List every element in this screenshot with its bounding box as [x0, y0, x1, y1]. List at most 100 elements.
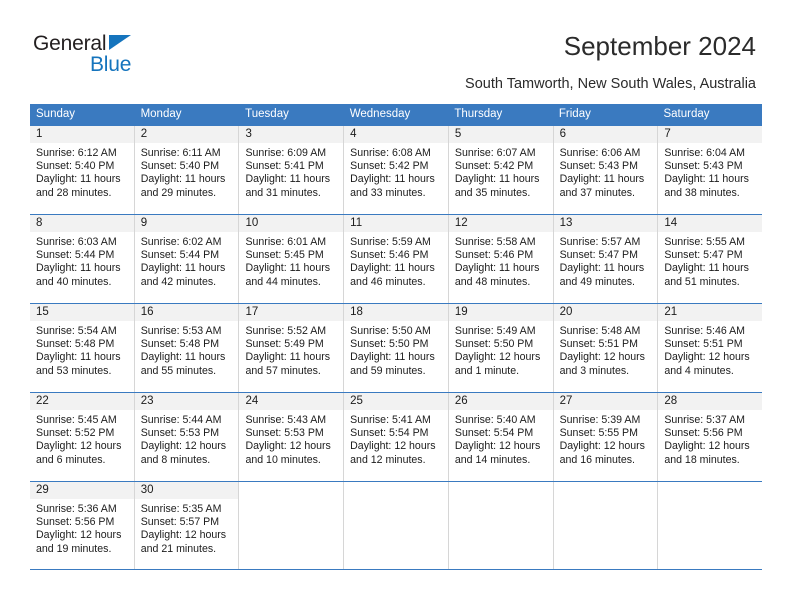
sunrise-text: Sunrise: 6:02 AM: [140, 236, 222, 248]
daylight-text: Daylight: 11 hours: [245, 351, 331, 364]
calendar-day-cell[interactable]: 2 Sunrise: 6:11 AM Sunset: 5:40 PM Daylight…: [134, 126, 240, 214]
calendar-day-cell[interactable]: 23 Sunrise: 5:44 AM Sunset: 5:53 PM Dayligh…: [134, 393, 240, 481]
sunset-text: Sunset: 5:46 PM: [454, 249, 534, 262]
day-number: 21: [658, 304, 763, 321]
day-details: Sunrise: 5:49 AM Sunset: 5:50 PM Daylight:…: [449, 321, 553, 378]
day-number: 11: [344, 215, 448, 232]
day-details: Sunrise: 5:48 AM Sunset: 5:51 PM Daylight:…: [554, 321, 658, 378]
calendar-day-cell[interactable]: 28 Sunrise: 5:37 AM Sunset: 5:56 PM Dayligh…: [658, 393, 763, 481]
calendar-day-cell[interactable]: 15 Sunrise: 5:54 AM Sunset: 5:48 PM Dayligh…: [30, 304, 135, 392]
sunrise-text: Sunrise: 5:50 AM: [350, 325, 431, 337]
day-details: [344, 499, 448, 503]
calendar-day-cell[interactable]: 11 Sunrise: 5:59 AM Sunset: 5:46 PM Dayligh…: [344, 215, 449, 303]
calendar-day-cell[interactable]: 21 Sunrise: 5:46 AM Sunset: 5:51 PM Dayligh…: [658, 304, 763, 392]
daylight-text: Daylight: 12 hours: [664, 440, 750, 453]
sunrise-text: Sunrise: 5:41 AM: [350, 414, 431, 426]
day-details: Sunrise: 6:12 AM Sunset: 5:40 PM Daylight:…: [30, 143, 134, 200]
calendar-week-row: 15 Sunrise: 5:54 AM Sunset: 5:48 PM Dayligh…: [30, 303, 763, 392]
daylight-text: and 38 minutes.: [664, 186, 740, 199]
calendar-day-cell-empty: [658, 482, 763, 569]
sunset-text: Sunset: 5:56 PM: [664, 427, 743, 440]
day-number: 12: [448, 215, 553, 232]
daylight-text: and 53 minutes.: [36, 364, 112, 377]
calendar-day-cell[interactable]: 4 Sunrise: 6:08 AM Sunset: 5:42 PM Daylight…: [344, 126, 449, 214]
day-number: 20: [553, 304, 658, 321]
sunset-text: Sunset: 5:51 PM: [664, 338, 743, 351]
day-number: 10: [239, 215, 344, 232]
day-number: 15: [30, 304, 134, 321]
daylight-text: Daylight: 11 hours: [559, 173, 645, 186]
daylight-text: and 51 minutes.: [664, 275, 740, 288]
sunrise-text: Sunrise: 6:11 AM: [140, 147, 221, 159]
day-number: 8: [30, 215, 134, 232]
sunset-text: Sunset: 5:48 PM: [140, 338, 220, 351]
calendar-day-cell[interactable]: 14 Sunrise: 5:55 AM Sunset: 5:47 PM Dayligh…: [658, 215, 763, 303]
calendar-day-cell[interactable]: 20 Sunrise: 5:48 AM Sunset: 5:51 PM Dayligh…: [553, 304, 659, 392]
daylight-text: Daylight: 11 hours: [245, 173, 331, 186]
day-details: Sunrise: 5:41 AM Sunset: 5:54 PM Daylight:…: [344, 410, 448, 467]
daylight-text: and 14 minutes.: [454, 453, 531, 466]
calendar-day-cell[interactable]: 24 Sunrise: 5:43 AM Sunset: 5:53 PM Dayligh…: [239, 393, 345, 481]
day-number: [344, 482, 448, 499]
day-number: 3: [239, 126, 344, 143]
sunset-text: Sunset: 5:52 PM: [36, 427, 115, 440]
sunset-text: Sunset: 5:51 PM: [559, 338, 638, 351]
calendar-day-cell[interactable]: 12 Sunrise: 5:58 AM Sunset: 5:46 PM Dayligh…: [448, 215, 554, 303]
calendar-day-cell[interactable]: 22 Sunrise: 5:45 AM Sunset: 5:52 PM Dayligh…: [30, 393, 135, 481]
day-details: Sunrise: 5:40 AM Sunset: 5:54 PM Daylight:…: [449, 410, 553, 467]
calendar-day-cell[interactable]: 5 Sunrise: 6:07 AM Sunset: 5:42 PM Daylight…: [448, 126, 554, 214]
day-number: 27: [553, 393, 658, 410]
calendar-day-cell[interactable]: 26 Sunrise: 5:40 AM Sunset: 5:54 PM Dayligh…: [448, 393, 554, 481]
day-details: [449, 499, 553, 503]
day-details: Sunrise: 6:08 AM Sunset: 5:42 PM Daylight:…: [344, 143, 448, 200]
calendar-day-cell[interactable]: 3 Sunrise: 6:09 AM Sunset: 5:41 PM Daylight…: [239, 126, 345, 214]
sunset-text: Sunset: 5:53 PM: [140, 427, 220, 440]
calendar-week-row: 1 Sunrise: 6:12 AM Sunset: 5:40 PM Daylight…: [30, 125, 763, 214]
calendar-day-cell[interactable]: 1 Sunrise: 6:12 AM Sunset: 5:40 PM Daylight…: [30, 126, 135, 214]
calendar-day-cell[interactable]: 7 Sunrise: 6:04 AM Sunset: 5:43 PM Daylight…: [658, 126, 763, 214]
day-details: Sunrise: 5:46 AM Sunset: 5:51 PM Daylight:…: [658, 321, 762, 378]
day-details: [658, 499, 762, 503]
day-details: Sunrise: 6:11 AM Sunset: 5:40 PM Daylight:…: [135, 143, 239, 200]
calendar-day-cell[interactable]: 9 Sunrise: 6:02 AM Sunset: 5:44 PM Daylight…: [134, 215, 240, 303]
calendar-day-cell[interactable]: 18 Sunrise: 5:50 AM Sunset: 5:50 PM Dayligh…: [344, 304, 449, 392]
weekday-header-sunday: Sunday: [36, 108, 76, 120]
day-number: 13: [553, 215, 658, 232]
daylight-text: and 40 minutes.: [36, 275, 112, 288]
calendar-day-cell[interactable]: 29 Sunrise: 5:36 AM Sunset: 5:56 PM Dayligh…: [30, 482, 135, 569]
page-subtitle: South Tamworth, New South Wales, Austral…: [465, 76, 756, 92]
daylight-text: Daylight: 12 hours: [454, 351, 541, 364]
calendar-day-cell[interactable]: 10 Sunrise: 6:01 AM Sunset: 5:45 PM Dayligh…: [239, 215, 345, 303]
day-number: 26: [448, 393, 553, 410]
calendar-day-cell[interactable]: 17 Sunrise: 5:52 AM Sunset: 5:49 PM Dayligh…: [239, 304, 345, 392]
calendar-day-cell[interactable]: 6 Sunrise: 6:06 AM Sunset: 5:43 PM Daylight…: [553, 126, 659, 214]
calendar-day-cell[interactable]: 16 Sunrise: 5:53 AM Sunset: 5:48 PM Dayligh…: [134, 304, 240, 392]
daylight-text: Daylight: 12 hours: [140, 529, 227, 542]
daylight-text: and 42 minutes.: [140, 275, 217, 288]
weekday-header-saturday: Saturday: [663, 108, 710, 120]
sunset-text: Sunset: 5:57 PM: [140, 516, 220, 529]
daylight-text: Daylight: 11 hours: [36, 173, 121, 186]
sunrise-text: Sunrise: 5:52 AM: [245, 325, 327, 337]
day-details: [554, 499, 658, 503]
day-details: Sunrise: 5:39 AM Sunset: 5:55 PM Daylight:…: [554, 410, 658, 467]
daylight-text: and 8 minutes.: [140, 453, 211, 466]
calendar-day-cell[interactable]: 19 Sunrise: 5:49 AM Sunset: 5:50 PM Dayligh…: [448, 304, 554, 392]
sunrise-text: Sunrise: 5:55 AM: [664, 236, 745, 248]
sunset-text: Sunset: 5:53 PM: [245, 427, 324, 440]
calendar-day-cell[interactable]: 30 Sunrise: 5:35 AM Sunset: 5:57 PM Dayligh…: [134, 482, 240, 569]
calendar-day-cell[interactable]: 8 Sunrise: 6:03 AM Sunset: 5:44 PM Daylight…: [30, 215, 135, 303]
calendar-day-cell[interactable]: 13 Sunrise: 5:57 AM Sunset: 5:47 PM Dayligh…: [553, 215, 659, 303]
day-number: 30: [134, 482, 239, 499]
sunset-text: Sunset: 5:50 PM: [350, 338, 429, 351]
sunset-text: Sunset: 5:47 PM: [559, 249, 638, 262]
daylight-text: Daylight: 11 hours: [454, 173, 540, 186]
sunset-text: Sunset: 5:55 PM: [559, 427, 638, 440]
daylight-text: and 35 minutes.: [454, 186, 531, 199]
day-details: Sunrise: 6:02 AM Sunset: 5:44 PM Daylight:…: [135, 232, 239, 289]
sunrise-text: Sunrise: 5:40 AM: [454, 414, 536, 426]
calendar-day-cell[interactable]: 27 Sunrise: 5:39 AM Sunset: 5:55 PM Dayligh…: [553, 393, 659, 481]
sunrise-text: Sunrise: 5:36 AM: [36, 503, 117, 515]
daylight-text: Daylight: 11 hours: [350, 351, 435, 364]
calendar-day-cell[interactable]: 25 Sunrise: 5:41 AM Sunset: 5:54 PM Dayligh…: [344, 393, 449, 481]
